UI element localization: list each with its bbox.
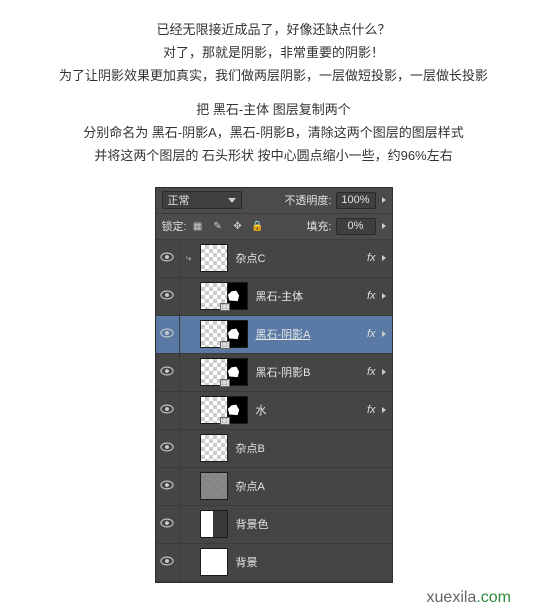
blend-opacity-row: 正常 不透明度: 100% bbox=[156, 188, 392, 214]
visibility-toggle[interactable] bbox=[156, 278, 180, 315]
layers-panel: 正常 不透明度: 100% 锁定: ▦ ✎ ✥ 🔒 填充: 0% bbox=[155, 187, 393, 583]
clip-indicator bbox=[180, 468, 198, 505]
eye-icon bbox=[160, 556, 174, 569]
clip-indicator bbox=[180, 278, 198, 315]
layer-name[interactable]: 背景色 bbox=[236, 516, 392, 532]
layer-thumbnails[interactable]: ⬚ bbox=[200, 396, 248, 424]
mask-link-icon: ⬚ bbox=[220, 417, 230, 425]
fx-expand-icon[interactable] bbox=[382, 407, 386, 413]
eye-icon bbox=[160, 290, 174, 303]
lock-position-icon[interactable]: ✥ bbox=[231, 219, 245, 233]
layer-item[interactable]: 杂点A bbox=[156, 468, 392, 506]
layer-thumbnails[interactable] bbox=[200, 548, 228, 576]
fill-label: 填充: bbox=[306, 218, 331, 234]
eye-icon bbox=[160, 442, 174, 455]
intro-line: 已经无限接近成品了，好像还缺点什么？ bbox=[20, 20, 527, 41]
tutorial-text: 已经无限接近成品了，好像还缺点什么？ 对了，那就是阴影，非常重要的阴影！ 为了让… bbox=[0, 0, 547, 179]
eye-icon bbox=[160, 518, 174, 531]
lock-all-icon[interactable]: 🔒 bbox=[251, 219, 265, 233]
layer-name[interactable]: 背景 bbox=[236, 554, 392, 570]
opacity-label: 不透明度: bbox=[284, 192, 331, 208]
fx-expand-icon[interactable] bbox=[382, 369, 386, 375]
mask-link-icon: ⬚ bbox=[220, 303, 230, 311]
intro-line: 为了让阴影效果更加真实，我们做两层阴影，一层做短投影，一层做长投影 bbox=[20, 66, 527, 87]
eye-icon bbox=[160, 404, 174, 417]
layer-name[interactable]: 水 bbox=[256, 402, 367, 418]
layer-item[interactable]: 背景色 bbox=[156, 506, 392, 544]
lock-label: 锁定: bbox=[162, 218, 187, 234]
fx-badge[interactable]: fx bbox=[367, 290, 376, 302]
eye-icon bbox=[160, 480, 174, 493]
layer-thumbnail[interactable] bbox=[200, 244, 228, 272]
layer-name[interactable]: 黑石-阴影B bbox=[256, 364, 367, 380]
visibility-toggle[interactable] bbox=[156, 392, 180, 429]
layer-thumbnails[interactable]: ⬚ bbox=[200, 358, 248, 386]
eye-icon bbox=[160, 366, 174, 379]
blend-mode-dropdown[interactable]: 正常 bbox=[162, 191, 242, 209]
fx-badge[interactable]: fx bbox=[367, 366, 376, 378]
clip-indicator bbox=[180, 354, 198, 391]
intro-line: 把 黑石-主体 图层复制两个 bbox=[20, 100, 527, 121]
eye-icon bbox=[160, 328, 174, 341]
fx-badge[interactable]: fx bbox=[367, 404, 376, 416]
layer-name[interactable]: 杂点A bbox=[236, 478, 392, 494]
fill-field[interactable]: 0% bbox=[336, 218, 376, 235]
opacity-field[interactable]: 100% bbox=[336, 192, 376, 209]
layers-list: ⤷杂点Cfx⬚黑石-主体fx⬚黑石-阴影Afx⬚黑石-阴影Bfx⬚水fx杂点B杂… bbox=[156, 240, 392, 582]
fx-expand-icon[interactable] bbox=[382, 331, 386, 337]
eye-icon bbox=[160, 252, 174, 265]
opacity-slider-icon[interactable] bbox=[382, 197, 386, 203]
layer-thumbnail[interactable] bbox=[200, 510, 228, 538]
layer-thumbnails[interactable]: ⬚ bbox=[200, 282, 248, 310]
fill-slider-icon[interactable] bbox=[382, 223, 386, 229]
fx-badge[interactable]: fx bbox=[367, 328, 376, 340]
visibility-toggle[interactable] bbox=[156, 316, 180, 353]
intro-line: 分别命名为 黑石-阴影A，黑石-阴影B，清除这两个图层的图层样式 bbox=[20, 123, 527, 144]
layer-item[interactable]: ⬚ 水fx bbox=[156, 392, 392, 430]
mask-link-icon: ⬚ bbox=[220, 341, 230, 349]
visibility-toggle[interactable] bbox=[156, 544, 180, 581]
visibility-toggle[interactable] bbox=[156, 430, 180, 467]
layer-name[interactable]: 黑石-阴影A bbox=[256, 326, 367, 342]
layer-item[interactable]: ⤷ 杂点Cfx bbox=[156, 240, 392, 278]
visibility-toggle[interactable] bbox=[156, 468, 180, 505]
layer-item[interactable]: ⬚ 黑石-阴影Afx bbox=[156, 316, 392, 354]
layer-thumbnail[interactable] bbox=[200, 548, 228, 576]
layer-thumbnails[interactable] bbox=[200, 472, 228, 500]
visibility-toggle[interactable] bbox=[156, 240, 180, 277]
chevron-down-icon bbox=[228, 198, 236, 203]
lock-fill-row: 锁定: ▦ ✎ ✥ 🔒 填充: 0% bbox=[156, 214, 392, 240]
blend-mode-value: 正常 bbox=[168, 192, 190, 208]
layer-thumbnails[interactable]: ⬚ bbox=[200, 320, 248, 348]
layer-item[interactable]: 背景 bbox=[156, 544, 392, 582]
fx-expand-icon[interactable] bbox=[382, 293, 386, 299]
visibility-toggle[interactable] bbox=[156, 506, 180, 543]
fx-expand-icon[interactable] bbox=[382, 255, 386, 261]
clip-indicator bbox=[180, 544, 198, 581]
layer-thumbnails[interactable] bbox=[200, 510, 228, 538]
clip-indicator bbox=[180, 430, 198, 467]
layer-item[interactable]: ⬚ 黑石-阴影Bfx bbox=[156, 354, 392, 392]
mask-link-icon: ⬚ bbox=[220, 379, 230, 387]
layer-name[interactable]: 杂点C bbox=[236, 250, 367, 266]
intro-line: 并将这两个图层的 石头形状 按中心圆点缩小一些，约96%左右 bbox=[20, 146, 527, 167]
fx-badge[interactable]: fx bbox=[367, 252, 376, 264]
lock-pixels-icon[interactable]: ✎ bbox=[211, 219, 225, 233]
clip-indicator bbox=[180, 506, 198, 543]
watermark: xuexila.com bbox=[427, 589, 511, 607]
intro-line: 对了，那就是阴影，非常重要的阴影！ bbox=[20, 43, 527, 64]
layer-name[interactable]: 杂点B bbox=[236, 440, 392, 456]
clip-indicator bbox=[180, 392, 198, 429]
clip-indicator: ⤷ bbox=[180, 240, 198, 277]
layer-name[interactable]: 黑石-主体 bbox=[256, 288, 367, 304]
clip-indicator bbox=[180, 316, 198, 353]
layer-item[interactable]: ⬚ 黑石-主体fx bbox=[156, 278, 392, 316]
layer-thumbnails[interactable] bbox=[200, 244, 228, 272]
layer-thumbnail[interactable] bbox=[200, 472, 228, 500]
layer-thumbnail[interactable] bbox=[200, 434, 228, 462]
layer-thumbnails[interactable] bbox=[200, 434, 228, 462]
visibility-toggle[interactable] bbox=[156, 354, 180, 391]
layer-item[interactable]: 杂点B bbox=[156, 430, 392, 468]
lock-transparency-icon[interactable]: ▦ bbox=[191, 219, 205, 233]
